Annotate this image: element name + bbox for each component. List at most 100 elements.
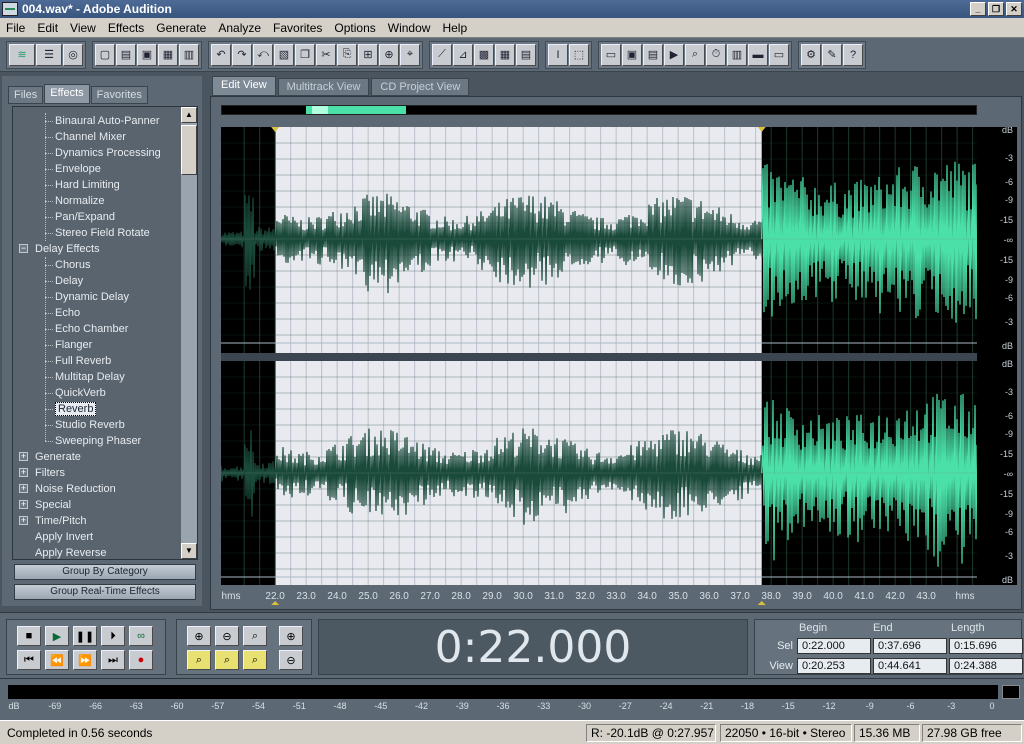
- help-icon[interactable]: ?: [843, 43, 863, 66]
- restore-button[interactable]: ❐: [988, 2, 1004, 16]
- script-icon[interactable]: ✎: [822, 43, 842, 66]
- copy-to-new-icon[interactable]: ▧: [274, 43, 294, 66]
- timeline-ruler[interactable]: hms hms 22.0 23.0 24.0 25.0 26.0 27.0 28.0 29.0 30…: [221, 587, 977, 605]
- tree-item[interactable]: Studio Reverb: [13, 417, 181, 433]
- view-begin-field[interactable]: 0:20.253: [797, 658, 871, 674]
- info-icon[interactable]: ▣: [622, 43, 642, 66]
- zoom-out-horizontal-icon[interactable]: ⊖: [215, 626, 239, 646]
- sel-end-field[interactable]: 0:37.696: [873, 638, 947, 654]
- go-to-start-icon[interactable]: ⏮: [17, 650, 41, 670]
- level-meter-icon[interactable]: ▬: [748, 43, 768, 66]
- zoom-in-horizontal-icon[interactable]: ⊕: [187, 626, 211, 646]
- tree-item[interactable]: Binaural Auto-Panner: [13, 113, 181, 129]
- stop-icon[interactable]: ■: [17, 626, 41, 646]
- play-to-end-icon[interactable]: ⏵: [101, 626, 125, 646]
- tree-item[interactable]: Delay: [13, 273, 181, 289]
- paste-icon[interactable]: ⎘: [337, 43, 357, 66]
- play-icon[interactable]: ▶: [45, 626, 69, 646]
- tree-item[interactable]: QuickVerb: [13, 385, 181, 401]
- menu-favorites[interactable]: Favorites: [267, 21, 328, 35]
- tree-item[interactable]: Normalize: [13, 193, 181, 209]
- close-button[interactable]: ✕: [1006, 2, 1022, 16]
- menu-help[interactable]: Help: [436, 21, 473, 35]
- expand-icon[interactable]: +: [19, 500, 28, 509]
- zoom-out-vertical-icon[interactable]: ⊖: [279, 650, 303, 670]
- tab-favorites[interactable]: Favorites: [90, 86, 148, 104]
- loop-icon[interactable]: ∞: [129, 626, 153, 646]
- tree-item[interactable]: Stereo Field Rotate: [13, 225, 181, 241]
- tree-item[interactable]: Apply Invert: [13, 529, 181, 545]
- tree-item[interactable]: Hard Limiting: [13, 177, 181, 193]
- scroll-down-icon[interactable]: ▼: [181, 543, 197, 559]
- grid-icon[interactable]: ▦: [495, 43, 515, 66]
- time-select-tool-icon[interactable]: I: [548, 43, 568, 66]
- tree-item[interactable]: Envelope: [13, 161, 181, 177]
- undo-icon[interactable]: ↶: [211, 43, 231, 66]
- close-file-icon[interactable]: ▥: [179, 43, 199, 66]
- edit-view-icon[interactable]: ≋: [9, 43, 35, 66]
- waveform-display[interactable]: [221, 127, 977, 585]
- tab-cd-project-view[interactable]: CD Project View: [371, 78, 470, 96]
- tree-item[interactable]: Reverb: [13, 401, 181, 417]
- group-real-time-button[interactable]: Group Real-Time Effects: [14, 584, 196, 600]
- go-to-end-icon[interactable]: ⏭: [101, 650, 125, 670]
- menu-generate[interactable]: Generate: [150, 21, 212, 35]
- play-list-icon[interactable]: ▶: [664, 43, 684, 66]
- playlist-icon[interactable]: ▤: [643, 43, 663, 66]
- expand-icon[interactable]: +: [19, 516, 28, 525]
- tab-edit-view[interactable]: Edit View: [212, 76, 276, 96]
- scroll-thumb[interactable]: [181, 125, 197, 175]
- new-file-icon[interactable]: ▢: [95, 43, 115, 66]
- save-all-icon[interactable]: ▦: [158, 43, 178, 66]
- expand-icon[interactable]: +: [19, 468, 28, 477]
- cut-icon[interactable]: ✂: [316, 43, 336, 66]
- tree-item[interactable]: Flanger: [13, 337, 181, 353]
- menu-edit[interactable]: Edit: [31, 21, 64, 35]
- time-icon[interactable]: ⏱: [706, 43, 726, 66]
- status-bar-icon[interactable]: ▭: [769, 43, 789, 66]
- menu-file[interactable]: File: [0, 21, 31, 35]
- sel-begin-field[interactable]: 0:22.000: [797, 638, 871, 654]
- trim-icon[interactable]: ⌖: [400, 43, 420, 66]
- tree-item[interactable]: + Filters: [13, 465, 181, 481]
- menu-window[interactable]: Window: [382, 21, 437, 35]
- zoom-icon[interactable]: ⌕: [685, 43, 705, 66]
- tree-item[interactable]: Echo: [13, 305, 181, 321]
- menu-analyze[interactable]: Analyze: [212, 21, 267, 35]
- rewind-icon[interactable]: ⏪: [45, 650, 69, 670]
- settings-icon[interactable]: ⚙: [801, 43, 821, 66]
- snap-icon[interactable]: ▤: [516, 43, 536, 66]
- cue-list-icon[interactable]: ▭: [601, 43, 621, 66]
- tree-item[interactable]: Chorus: [13, 257, 181, 273]
- marquee-tool-icon[interactable]: ⬚: [569, 43, 589, 66]
- marker-icon[interactable]: ▩: [474, 43, 494, 66]
- tree-item[interactable]: Multitap Delay: [13, 369, 181, 385]
- record-icon[interactable]: ●: [129, 650, 153, 670]
- tree-item[interactable]: + Generate: [13, 449, 181, 465]
- tree-item[interactable]: Dynamics Processing: [13, 145, 181, 161]
- open-file-icon[interactable]: ▤: [116, 43, 136, 66]
- view-end-field[interactable]: 0:44.641: [873, 658, 947, 674]
- envelope-icon[interactable]: ⟋: [432, 43, 452, 66]
- tree-item[interactable]: Full Reverb: [13, 353, 181, 369]
- tree-item[interactable]: Dynamic Delay: [13, 289, 181, 305]
- zoom-selection-icon[interactable]: ⌕: [243, 650, 267, 670]
- spectral-icon[interactable]: ⊿: [453, 43, 473, 66]
- zoom-right-icon[interactable]: ⌕: [215, 650, 239, 670]
- tree-item[interactable]: + Time/Pitch: [13, 513, 181, 529]
- minimize-button[interactable]: _: [970, 2, 986, 16]
- selection-icon[interactable]: ▥: [727, 43, 747, 66]
- collapse-icon[interactable]: −: [19, 244, 28, 253]
- tab-effects[interactable]: Effects: [44, 84, 90, 104]
- menu-effects[interactable]: Effects: [102, 21, 150, 35]
- view-length-field[interactable]: 0:24.388: [949, 658, 1023, 674]
- save-icon[interactable]: ▣: [137, 43, 157, 66]
- menu-options[interactable]: Options: [328, 21, 381, 35]
- tab-files[interactable]: Files: [8, 86, 44, 104]
- redo-icon[interactable]: ↷: [232, 43, 252, 66]
- paste-new-icon[interactable]: ⊞: [358, 43, 378, 66]
- repeat-icon[interactable]: ⤺: [253, 43, 273, 66]
- copy-icon[interactable]: ❐: [295, 43, 315, 66]
- tree-item[interactable]: Channel Mixer: [13, 129, 181, 145]
- menu-view[interactable]: View: [64, 21, 102, 35]
